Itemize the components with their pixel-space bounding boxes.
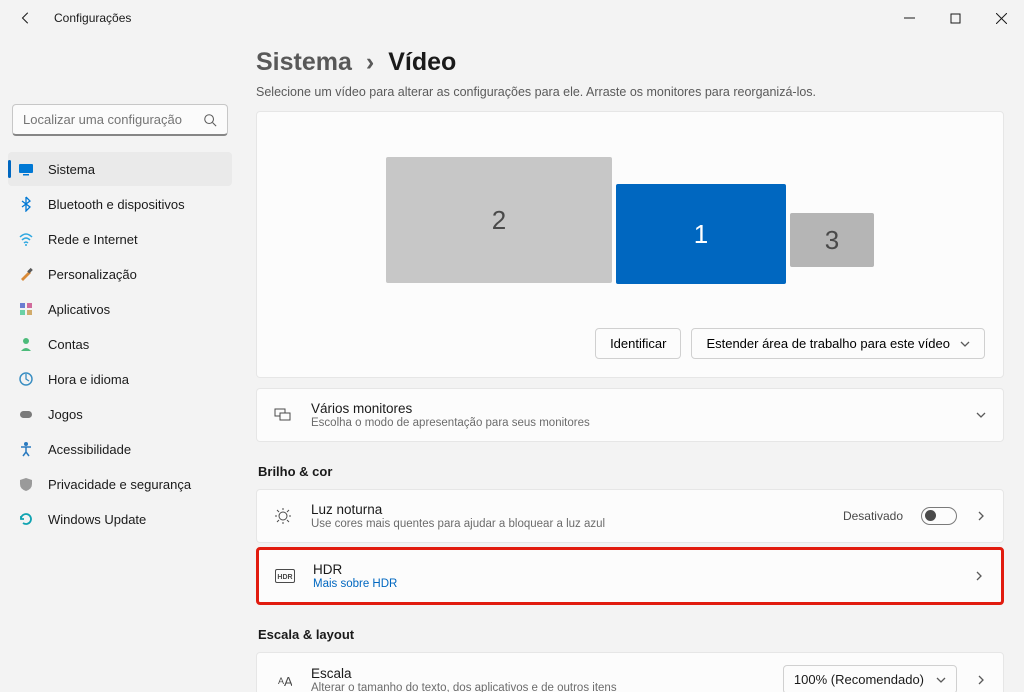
window-title: Configurações	[54, 11, 131, 25]
sidebar-item-label: Acessibilidade	[48, 442, 131, 457]
setting-title: HDR	[313, 562, 955, 577]
chevron-right-icon: ›	[366, 48, 374, 77]
night-light-status: Desativado	[843, 509, 903, 523]
sidebar-item-accounts[interactable]: Contas	[8, 327, 232, 361]
minimize-button[interactable]	[886, 2, 932, 34]
breadcrumb-parent[interactable]: Sistema	[256, 48, 352, 77]
sidebar-item-gaming[interactable]: Jogos	[8, 397, 232, 431]
gamepad-icon	[18, 406, 34, 422]
breadcrumb: Sistema › Vídeo	[256, 48, 1004, 77]
sidebar-item-update[interactable]: Windows Update	[8, 502, 232, 536]
sidebar: Sistema Bluetooth e dispositivos Rede e …	[0, 36, 240, 692]
section-header-scale: Escala & layout	[258, 627, 1004, 642]
chevron-down-icon	[960, 339, 970, 349]
sidebar-item-system[interactable]: Sistema	[8, 152, 232, 186]
extend-display-dropdown[interactable]: Estender área de trabalho para este víde…	[691, 328, 985, 359]
night-light-toggle[interactable]	[921, 507, 957, 525]
setting-title: Vários monitores	[311, 401, 957, 416]
scale-icon: AA	[273, 670, 293, 690]
identify-button[interactable]: Identificar	[595, 328, 681, 359]
apps-icon	[18, 301, 34, 317]
breadcrumb-current: Vídeo	[388, 48, 456, 77]
paintbrush-icon	[18, 266, 34, 282]
display-icon	[18, 161, 34, 177]
sidebar-item-label: Jogos	[48, 407, 83, 422]
sidebar-item-bluetooth[interactable]: Bluetooth e dispositivos	[8, 187, 232, 221]
shield-icon	[18, 476, 34, 492]
night-light-icon	[273, 506, 293, 526]
sidebar-item-label: Hora e idioma	[48, 372, 129, 387]
clock-globe-icon	[18, 371, 34, 387]
scale-row[interactable]: AA Escala Alterar o tamanho do texto, do…	[256, 652, 1004, 692]
sidebar-item-label: Contas	[48, 337, 89, 352]
accessibility-icon	[18, 441, 34, 457]
sidebar-item-label: Bluetooth e dispositivos	[48, 197, 185, 212]
titlebar: Configurações	[0, 0, 1024, 36]
hdr-row[interactable]: HDR HDR Mais sobre HDR	[256, 547, 1004, 605]
hdr-link[interactable]: Mais sobre HDR	[313, 578, 955, 590]
monitor-1[interactable]: 1	[616, 184, 786, 284]
monitor-2[interactable]: 2	[386, 157, 612, 283]
sidebar-item-apps[interactable]: Aplicativos	[8, 292, 232, 326]
night-light-row[interactable]: Luz noturna Use cores mais quentes para …	[256, 489, 1004, 543]
wifi-icon	[18, 231, 34, 247]
bluetooth-icon	[18, 196, 34, 212]
display-subtitle: Selecione um vídeo para alterar as confi…	[256, 85, 1004, 99]
person-icon	[18, 336, 34, 352]
update-icon	[18, 511, 34, 527]
svg-text:HDR: HDR	[277, 574, 292, 581]
setting-title: Escala	[311, 666, 765, 681]
multiple-monitors-row[interactable]: Vários monitores Escolha o modo de apres…	[256, 388, 1004, 442]
sidebar-item-label: Privacidade e segurança	[48, 477, 191, 492]
back-button[interactable]	[16, 8, 36, 28]
sidebar-item-time[interactable]: Hora e idioma	[8, 362, 232, 396]
chevron-right-icon[interactable]	[975, 510, 987, 522]
hdr-icon: HDR	[275, 566, 295, 586]
setting-desc: Escolha o modo de apresentação para seus…	[311, 417, 957, 429]
search-input[interactable]	[23, 112, 203, 127]
chevron-right-icon[interactable]	[975, 674, 987, 686]
sidebar-item-label: Sistema	[48, 162, 95, 177]
display-arrange-area[interactable]: 2 1 3	[275, 130, 985, 310]
sidebar-item-label: Personalização	[48, 267, 137, 282]
close-button[interactable]	[978, 2, 1024, 34]
chevron-down-icon	[936, 675, 946, 685]
maximize-button[interactable]	[932, 2, 978, 34]
sidebar-item-label: Windows Update	[48, 512, 146, 527]
monitor-3[interactable]: 3	[790, 213, 874, 267]
sidebar-item-label: Rede e Internet	[48, 232, 138, 247]
svg-text:A: A	[284, 674, 292, 689]
sidebar-item-privacy[interactable]: Privacidade e segurança	[8, 467, 232, 501]
search-icon	[203, 113, 217, 127]
setting-desc: Use cores mais quentes para ajudar a blo…	[311, 518, 825, 530]
section-header-brightness: Brilho & cor	[258, 464, 1004, 479]
main-content: Sistema › Vídeo Selecione um vídeo para …	[240, 36, 1024, 692]
chevron-right-icon[interactable]	[973, 570, 985, 582]
sidebar-item-label: Aplicativos	[48, 302, 110, 317]
search-box[interactable]	[12, 104, 228, 136]
sidebar-item-accessibility[interactable]: Acessibilidade	[8, 432, 232, 466]
chevron-down-icon	[975, 409, 987, 421]
sidebar-item-personalization[interactable]: Personalização	[8, 257, 232, 291]
setting-title: Luz noturna	[311, 502, 825, 517]
multi-monitor-icon	[273, 405, 293, 425]
display-arrange-card: 2 1 3 Identificar Estender área de traba…	[256, 111, 1004, 378]
sidebar-item-network[interactable]: Rede e Internet	[8, 222, 232, 256]
setting-desc: Alterar o tamanho do texto, dos aplicati…	[311, 682, 765, 692]
scale-dropdown[interactable]: 100% (Recomendado)	[783, 665, 957, 692]
